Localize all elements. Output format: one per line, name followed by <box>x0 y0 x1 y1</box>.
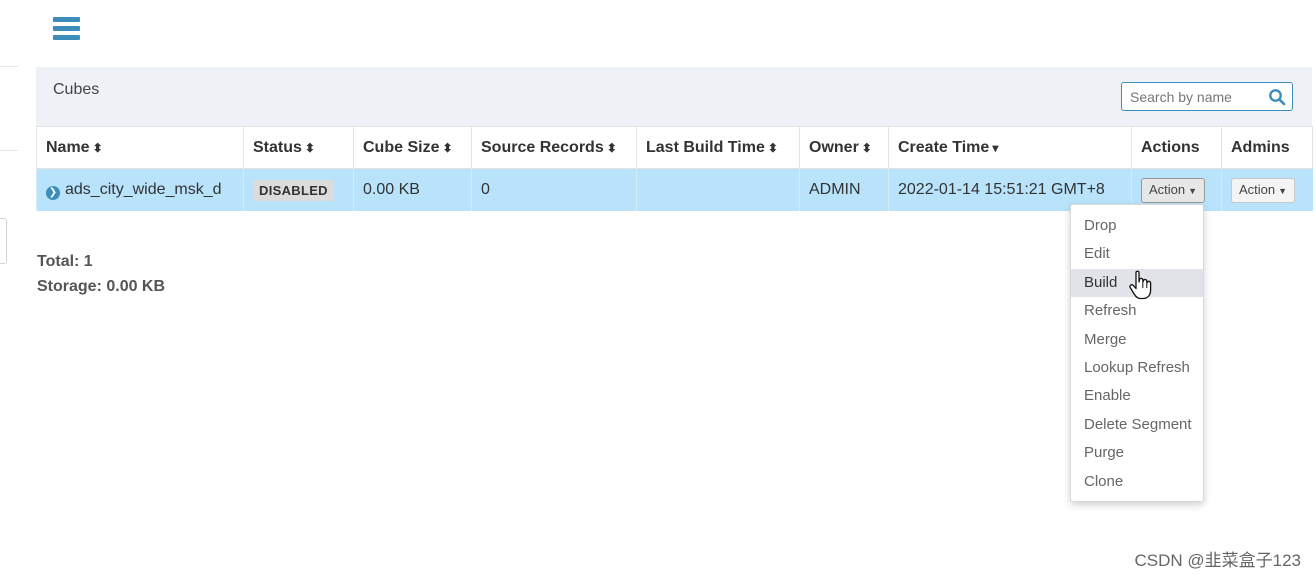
menu-item-edit[interactable]: Edit <box>1071 240 1203 268</box>
column-header-admins: Admins <box>1221 126 1313 169</box>
page-edge-divider <box>0 66 18 67</box>
page-edge-divider <box>0 150 18 151</box>
caret-down-icon: ▼ <box>1278 185 1288 196</box>
sort-icon: ⬍ <box>606 140 617 155</box>
status-badge: DISABLED <box>253 179 334 201</box>
menu-item-purge[interactable]: Purge <box>1071 439 1203 467</box>
search-input[interactable] <box>1122 83 1270 110</box>
table-header-row: Name ⬍ Status ⬍ Cube Size ⬍ Source Records ⬍… <box>36 126 1313 169</box>
sort-icon: ⬍ <box>861 140 872 155</box>
storage-total: Storage: 0.00 KB <box>37 278 166 295</box>
cubes-table: Name ⬍ Status ⬍ Cube Size ⬍ Source Records ⬍… <box>36 126 1313 211</box>
menu-item-merge[interactable]: Merge <box>1071 326 1203 354</box>
sort-icon: ⬍ <box>442 140 453 155</box>
watermark: CSDN @韭菜盒子123 <box>1134 551 1301 570</box>
column-header-source-records[interactable]: Source Records ⬍ <box>471 126 637 169</box>
column-header-status[interactable]: Status ⬍ <box>243 126 354 169</box>
column-header-cube-size[interactable]: Cube Size ⬍ <box>353 126 472 169</box>
cell-owner: ADMIN <box>799 168 889 211</box>
admin-action-button[interactable]: Action ▼ <box>1231 177 1296 203</box>
menu-item-drop[interactable]: Drop <box>1071 212 1203 240</box>
column-header-owner[interactable]: Owner ⬍ <box>799 126 889 169</box>
cell-admins: Action ▼ <box>1221 168 1313 211</box>
page-edge-box <box>0 218 7 264</box>
cell-name[interactable]: ❯ ads_city_wide_msk_d <box>36 168 244 211</box>
search-box[interactable] <box>1121 82 1293 111</box>
sort-desc-icon: ▾ <box>992 140 999 155</box>
hamburger-menu-icon[interactable] <box>53 17 80 42</box>
column-header-actions: Actions <box>1131 126 1222 169</box>
chevron-right-circle-icon[interactable]: ❯ <box>46 185 60 200</box>
sort-icon: ⬍ <box>304 140 315 155</box>
column-header-create-time[interactable]: Create Time ▾ <box>888 126 1132 169</box>
panel-title: Cubes <box>53 81 100 98</box>
action-button[interactable]: Action ▼ <box>1141 177 1206 203</box>
table-summary: Total: 1 Storage: 0.00 KB <box>37 249 165 299</box>
cubes-panel-header: Cubes <box>36 67 1312 127</box>
column-header-name[interactable]: Name ⬍ <box>36 126 244 169</box>
search-icon[interactable] <box>1268 88 1286 106</box>
menu-item-lookup-refresh[interactable]: Lookup Refresh <box>1071 354 1203 382</box>
sort-icon: ⬍ <box>92 140 103 155</box>
cell-status: DISABLED <box>243 168 354 211</box>
menu-item-refresh[interactable]: Refresh <box>1071 297 1203 325</box>
cell-source-records: 0 <box>471 168 637 211</box>
cube-name[interactable]: ads_city_wide_msk_d <box>65 181 222 198</box>
column-header-last-build-time[interactable]: Last Build Time ⬍ <box>636 126 800 169</box>
cell-last-build-time <box>636 168 800 211</box>
sort-icon: ⬍ <box>767 140 778 155</box>
total-count: Total: 1 <box>37 253 93 270</box>
menu-item-clone[interactable]: Clone <box>1071 468 1203 496</box>
menu-item-enable[interactable]: Enable <box>1071 382 1203 410</box>
caret-down-icon: ▼ <box>1188 185 1198 196</box>
menu-item-delete-segment[interactable]: Delete Segment <box>1071 411 1203 439</box>
cell-cube-size: 0.00 KB <box>353 168 472 211</box>
menu-item-build[interactable]: Build <box>1071 268 1203 298</box>
action-dropdown-menu: Drop Edit Build Refresh Merge Lookup Ref… <box>1070 204 1204 502</box>
